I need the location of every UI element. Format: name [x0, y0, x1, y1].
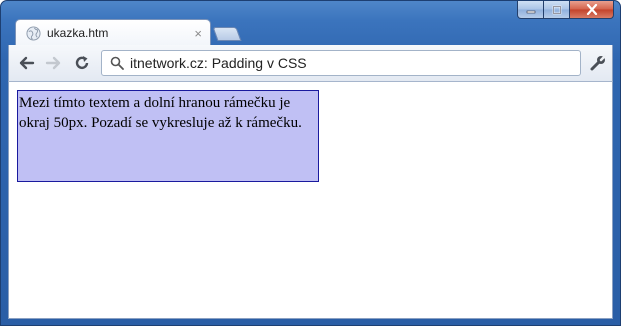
reload-button[interactable]: [71, 52, 93, 74]
close-window-button[interactable]: [570, 1, 614, 19]
padding-demo-box: Mezi tímto textem a dolní hranou rámečku…: [17, 90, 319, 182]
forward-arrow-icon: [45, 56, 61, 70]
reload-icon: [75, 56, 89, 70]
search-icon: [110, 56, 124, 70]
address-text: itnetwork.cz: Padding v CSS: [130, 55, 307, 71]
address-bar[interactable]: itnetwork.cz: Padding v CSS: [101, 50, 581, 76]
tab-close-icon[interactable]: ×: [194, 26, 202, 41]
wrench-icon: [590, 54, 607, 71]
tab-title: ukazka.htm: [47, 26, 109, 40]
maximize-icon: [552, 5, 561, 14]
browser-window: ukazka.htm × itnetwork.cz: Padding v CSS…: [0, 0, 621, 326]
maximize-button[interactable]: [544, 1, 570, 19]
globe-icon: [26, 25, 41, 41]
minimize-button[interactable]: [517, 1, 544, 19]
tab-ukazka[interactable]: ukazka.htm ×: [15, 19, 211, 46]
minimize-icon: [526, 10, 535, 13]
back-arrow-icon: [19, 56, 35, 70]
demo-box-text: Mezi tímto textem a dolní hranou rámečku…: [19, 95, 302, 131]
back-button[interactable]: [15, 52, 37, 74]
forward-button[interactable]: [43, 52, 65, 74]
toolbar: itnetwork.cz: Padding v CSS: [8, 45, 613, 82]
window-controls: [517, 1, 614, 19]
settings-button[interactable]: [587, 52, 609, 74]
page-viewport: Mezi tímto textem a dolní hranou rámečku…: [8, 82, 613, 319]
new-tab-button[interactable]: [212, 27, 242, 41]
close-icon: [586, 4, 597, 15]
